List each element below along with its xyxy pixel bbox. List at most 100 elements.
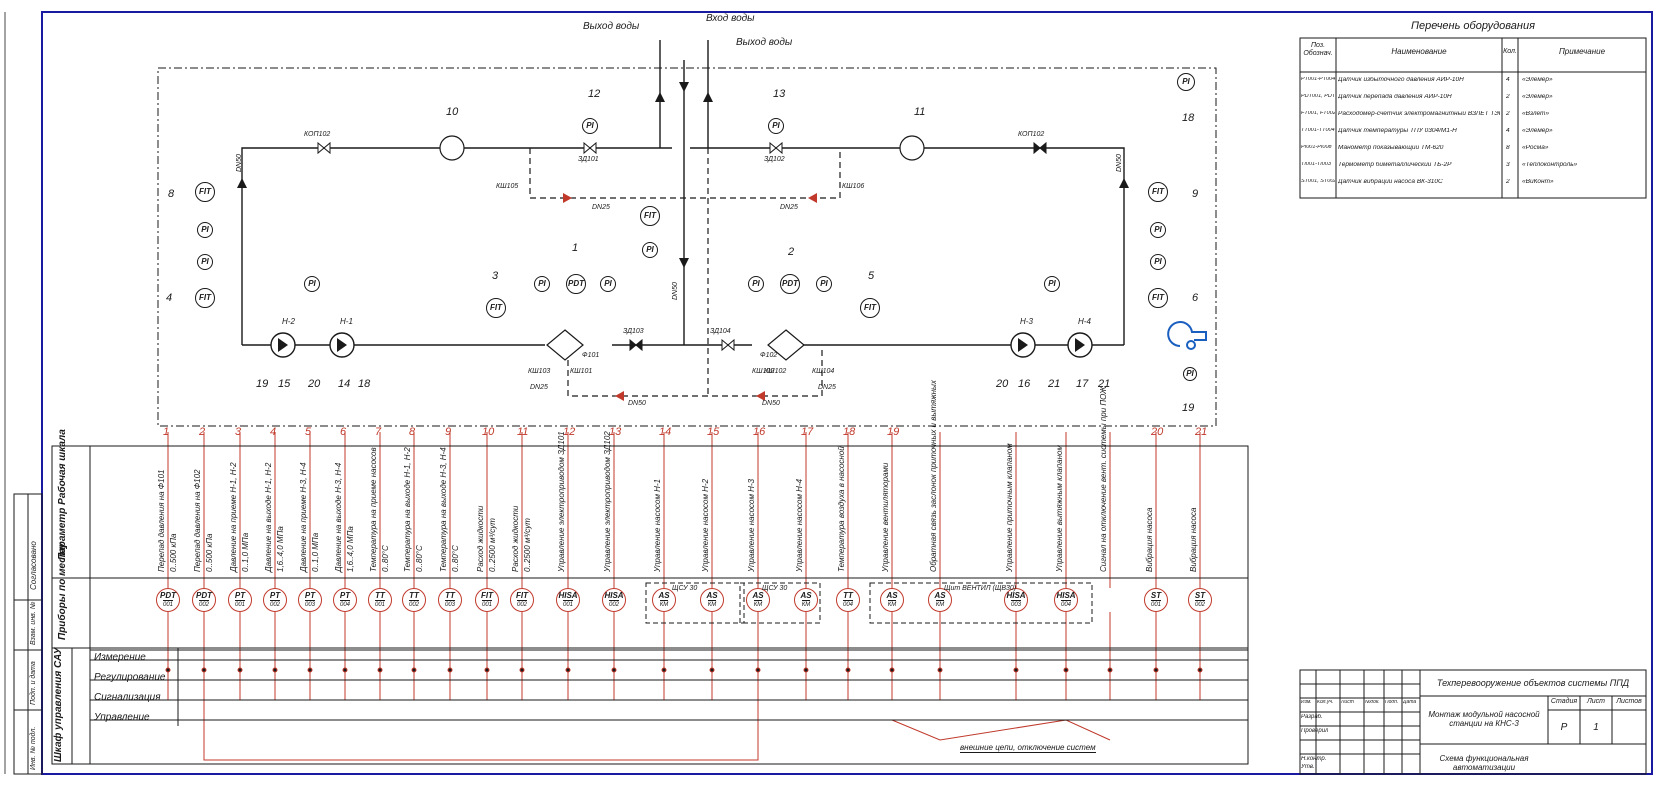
column-parameter: Вибрация насоса [1145,507,1154,572]
eq-row-pos: PT001-PT004 [1301,77,1335,82]
pipe-label: DN25 [530,384,548,391]
field-instrument: FIT [640,206,660,226]
eq-row-note: «Теплоконтроль» [1522,162,1578,168]
equipment-list-header-pos: Поз. Обознач. [1303,42,1333,57]
instrument-tag: PI [604,279,612,288]
device-tag: PT [304,591,316,600]
valve-label: КШ102 [752,368,775,375]
group-label-3: Щит ВЕНТИЛ (ЩВ30) [944,585,1017,592]
field-instrument: PI [816,276,832,292]
column-parameter: Перепад давления на Ф101 [157,469,166,572]
device-tag: PT [339,591,351,600]
instrument-tag: PI [586,121,594,130]
valve-label: КОП102 [1018,131,1045,138]
eq-row-qty: 3 [1506,162,1510,168]
device-code: КМ [887,600,897,608]
column-parameter: Вибрация насоса [1189,507,1198,572]
instrument-tag: PDT [782,279,798,288]
column-parameter: Управление электроприводом ЗД101 [557,431,566,572]
device-tag: TT [445,591,455,600]
signal-dot [307,667,313,673]
valve-kop102-right [1033,141,1047,155]
device-tag: PT [269,591,281,600]
field-instrument: FIT [195,182,215,202]
signal-dot [803,667,809,673]
signal-dot [519,667,525,673]
column-scale: 1,6..4,0 МПа [346,526,355,572]
table-device: PDT 002 [192,588,216,612]
device-code: 002 [198,600,209,608]
column-number: 20 [1151,426,1164,438]
column-number: 19 [887,426,900,438]
eq-row-pos: TI001-TI003 [1301,162,1331,167]
column-parameter: Обратная связь заслонок приточных и вытя… [929,380,938,572]
device-tag: AS [706,591,718,600]
device-code: 001 [481,600,492,608]
pump-label: Н-1 [340,317,353,326]
scheme-number: 21 [1048,378,1061,390]
table-device: PT 004 [333,588,357,612]
eq-row-qty: 8 [1506,145,1510,151]
column-scale: 0..1,0 МПа [241,532,250,572]
signal-dot [937,667,943,673]
valve-zd104 [721,338,735,352]
device-code: 003 [304,600,315,608]
table-device: PT 001 [228,588,252,612]
scheme-number: 6 [1192,292,1199,304]
instrument-tag: PDT [568,279,584,288]
scheme-number: 20 [308,378,321,390]
drawing-sheet: Выход воды Вход воды Выход воды Перечень… [0,0,1661,787]
column-scale: 0..500 кПа [205,533,214,573]
signal-dot [447,667,453,673]
signal-dot [342,667,348,673]
eq-row-note: «Элемер» [1522,128,1553,134]
device-tag: TT [409,591,419,600]
column-number: 14 [659,426,672,438]
row-label-parameter: Параметр Рабочая шкала [57,429,68,560]
device-code: 001 [374,600,385,608]
scheme-boundary [157,67,1217,427]
filter-label: Ф101 [582,352,600,359]
column-number: 15 [707,426,720,438]
stamp-col-header: Подп. [1385,700,1399,705]
column-parameter: Давление на приеме Н-1, Н-2 [229,462,238,572]
eq-row-note: «Росма» [1522,145,1549,151]
pipe-right-loop [690,147,1125,345]
field-instrument: PI [1183,367,1197,381]
device-tag: FIT [481,591,493,600]
device-tag: HISA [604,591,624,600]
functional-scheme-canvas [4,11,1653,775]
filter-f101 [546,329,584,361]
group-label-1: ЩСУ 30 [672,585,698,592]
signal-dot [237,667,243,673]
water-out-label-1: Выход воды [583,21,640,32]
eq-row-name: Датчик перепада давления АИР-10Н [1338,94,1452,100]
water-in-label: Вход воды [706,13,755,24]
sau-row-regulation: Регулирование [94,672,166,683]
table-device: PT 003 [298,588,322,612]
column-number: 17 [801,426,814,438]
table-device: HISA 004 [1054,588,1078,612]
scheme-number: 18 [358,378,371,390]
table-device: TT 003 [438,588,462,612]
device-code: КМ [801,600,811,608]
valve-label: КОП102 [304,131,331,138]
eq-row-name: Манометр показывающий ТМ-620 [1338,145,1444,151]
device-code: 002 [1194,600,1205,608]
field-instrument: PI [1150,222,1166,238]
scheme-number: 5 [868,270,875,282]
eq-row-pos: TT001-TT004 [1301,128,1335,133]
stamp-sheets-header: Листов [1616,698,1642,705]
device-tag: AS [658,591,670,600]
column-scale: 0..500 кПа [169,533,178,573]
eq-row-name: Датчик температуры ТПУ 0304/М1-Н [1338,128,1457,134]
device-code: 002 [516,600,527,608]
valves [317,141,1047,352]
device-code: КМ [659,600,669,608]
stamp-title-1: Техперевооружение объектов системы ППД [1436,678,1630,688]
column-number: 5 [305,426,312,438]
signal-dot [1107,667,1113,673]
scheme-number: 1 [572,242,579,254]
pipe-label: DN50 [1116,154,1123,172]
column-number: 16 [753,426,766,438]
